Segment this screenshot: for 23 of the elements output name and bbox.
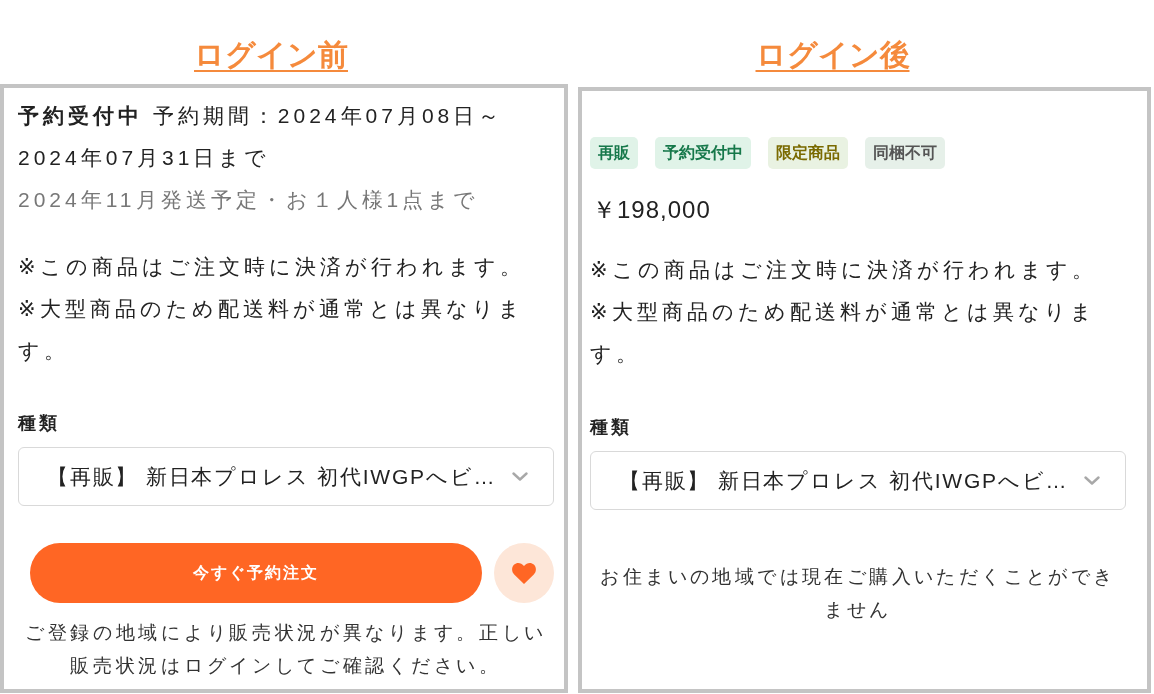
variant-dropdown[interactable]: 【再販】 新日本プロレス 初代IWGPへビ… [590, 451, 1126, 510]
note-text: ※この商品はご注文時に決済が行われます。 [590, 257, 1098, 283]
label-tag: 限定商品 [768, 137, 848, 169]
shipping-info-text: 2024年11月発送予定・お１人様1点まで [18, 187, 481, 213]
note-text: ※この商品はご注文時に決済が行われます。 [18, 254, 526, 280]
reservation-period-text: 予約受付中 予約期間：2024年07月08日～2024年07月31日まで [18, 103, 505, 171]
field-label: 種類 [18, 412, 61, 435]
chevron-down-icon [512, 472, 528, 481]
section-heading: ログイン前 [194, 37, 348, 73]
note-text: ※大型商品のため配送料が通常とは異なります。 [590, 299, 1097, 367]
notice-text: ご登録の地域により販売状況が異なります。正しい販売状況はログインしてご確認ください。 [23, 621, 549, 678]
favorite-button[interactable] [494, 543, 554, 603]
label-tag: 再販 [590, 137, 638, 169]
label-tag: 同梱不可 [865, 137, 945, 169]
label-tag: 予約受付中 [655, 137, 751, 169]
section-heading: ログイン後 [755, 37, 910, 73]
note-text: ※大型商品のため配送料が通常とは異なります。 [18, 296, 525, 364]
chevron-down-icon [1084, 476, 1100, 485]
heart-icon [512, 562, 536, 584]
field-label: 種類 [590, 416, 633, 439]
notice-text: お住まいの地域では現在ご購入いただくことができません [599, 565, 1117, 622]
price-text: ￥198,000 [591, 195, 712, 225]
variant-dropdown[interactable]: 【再販】 新日本プロレス 初代IWGPへビ… [18, 447, 554, 506]
